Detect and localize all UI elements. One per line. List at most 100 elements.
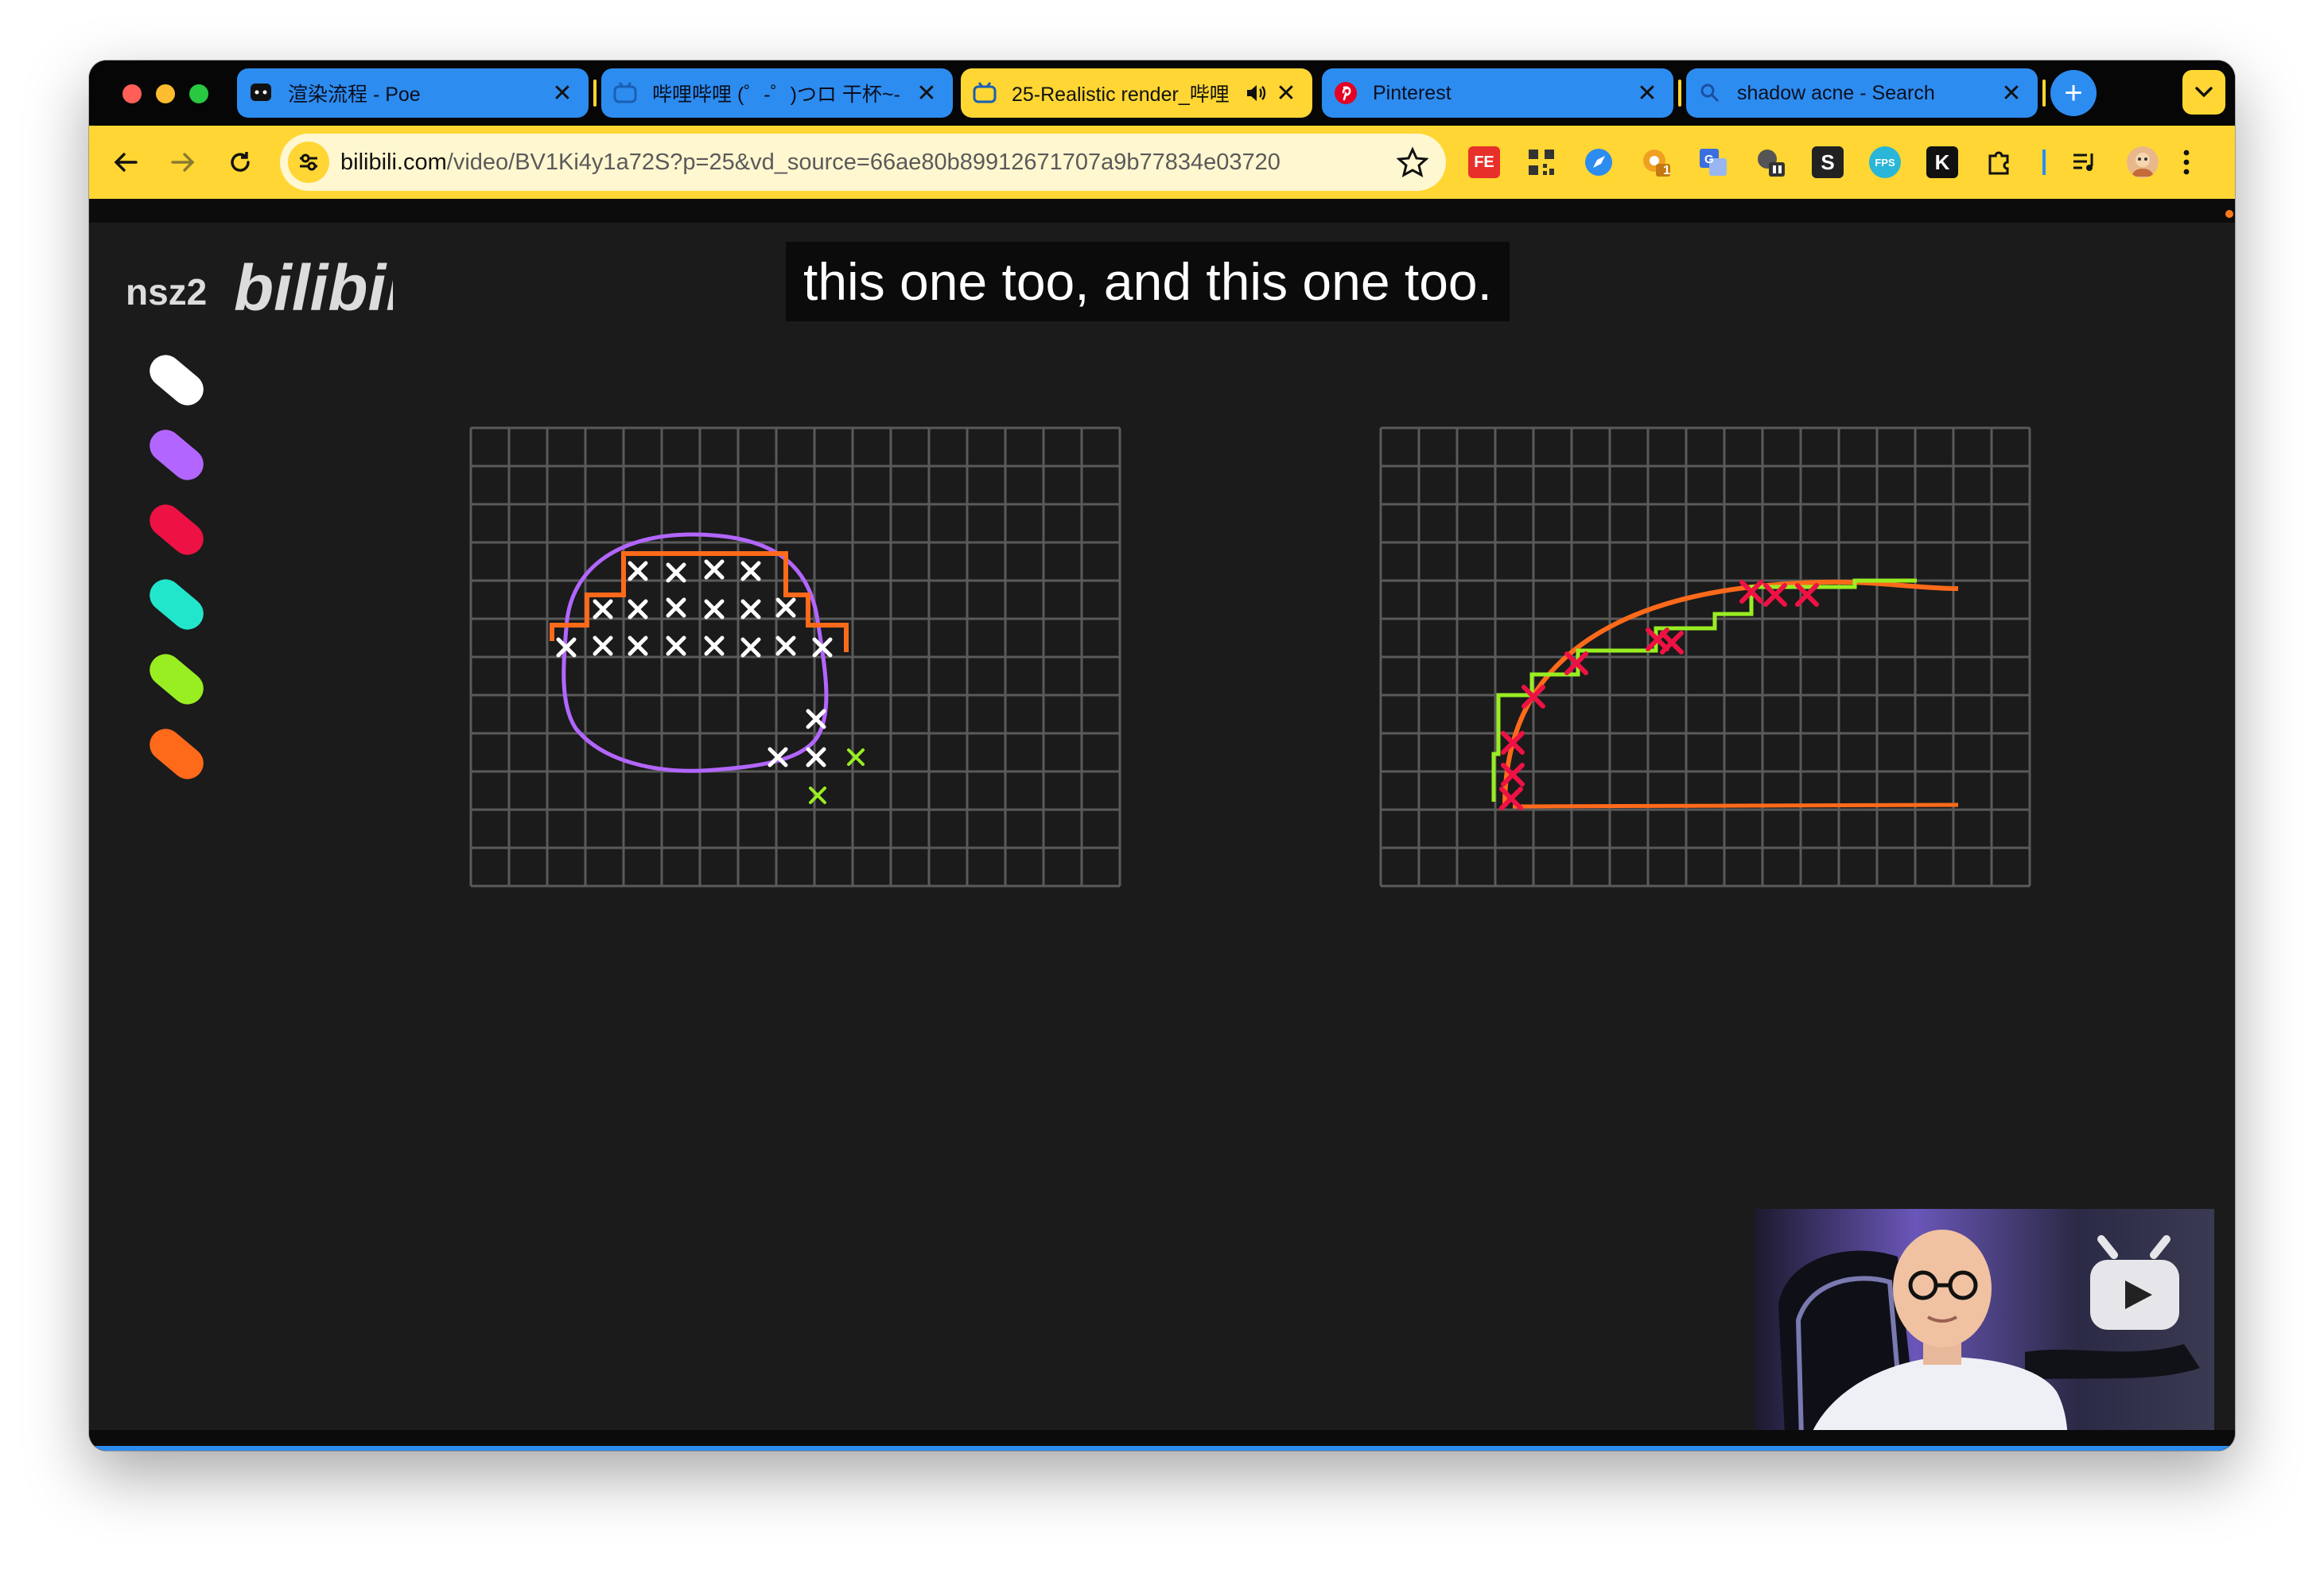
tab-pinterest[interactable]: Pinterest ✕ <box>1322 68 1673 118</box>
cross-mark <box>775 597 796 618</box>
pixel-grid-diagram-right <box>1379 426 2031 888</box>
tab-separator <box>593 80 597 107</box>
url-text[interactable]: bilibili.com/video/BV1Ki4y1a72S?p=25&vd_… <box>340 134 1281 191</box>
media-control-icon[interactable] <box>2069 146 2101 178</box>
forward-button[interactable] <box>162 142 204 183</box>
cross-mark <box>666 635 686 656</box>
cross-mark <box>628 599 648 620</box>
cross-mark <box>775 635 796 656</box>
tab-search-button[interactable] <box>2182 70 2225 115</box>
tab-title: 哔哩哔哩 (゜-゜)つロ 干杯~- <box>652 84 900 106</box>
tab-title: shadow acne - Search <box>1737 81 1935 104</box>
tab-title: 25-Realistic render_哔哩 <box>1012 84 1230 106</box>
minimize-window-button[interactable] <box>156 84 175 103</box>
window-controls <box>122 84 208 103</box>
tab-realistic-render[interactable]: 25-Realistic render_哔哩 ✕ <box>961 68 1312 118</box>
tab-bilibili-home[interactable]: 哔哩哔哩 (゜-゜)つロ 干杯~- ✕ <box>601 68 953 118</box>
bookmark-star-icon[interactable] <box>1396 146 1429 178</box>
cross-mark <box>806 709 826 729</box>
tab-separator <box>2042 80 2046 107</box>
close-icon[interactable]: ✕ <box>550 80 574 107</box>
maximize-window-button[interactable] <box>189 84 208 103</box>
cross-mark <box>806 747 826 768</box>
close-icon[interactable]: ✕ <box>915 80 939 107</box>
cross-mark <box>847 748 865 766</box>
arrow-right-icon <box>171 153 195 172</box>
back-button[interactable] <box>105 142 146 183</box>
bilibili-wordmark: bilibili <box>234 255 393 321</box>
palette-swatch <box>150 504 204 555</box>
pinterest-icon <box>1333 80 1358 106</box>
bilibili-tv-icon <box>972 80 997 106</box>
svg-text:G: G <box>1704 153 1714 166</box>
cross-mark <box>740 637 761 658</box>
cross-mark <box>704 559 725 580</box>
tab-title: Pinterest <box>1373 81 1452 104</box>
tab-separator <box>1678 80 1681 107</box>
kebab-menu-icon[interactable] <box>2174 146 2198 178</box>
extension-badge-count: 1 <box>1663 164 1670 177</box>
k-extension-icon[interactable]: K <box>1926 146 1958 178</box>
palette-swatch <box>150 654 204 705</box>
close-window-button[interactable] <box>122 84 142 103</box>
tab-strip: 渲染流程 - Poe ✕ 哔哩哔哩 (゜-゜)つロ 干杯~- ✕ 25-Real… <box>89 60 2235 126</box>
bilibili-tv-icon <box>612 80 638 106</box>
close-icon[interactable]: ✕ <box>1274 80 1298 107</box>
poe-icon <box>248 80 274 106</box>
fps-extension-icon[interactable]: FPS <box>1869 146 1901 178</box>
palette-swatch <box>150 355 204 406</box>
translate-extension-icon[interactable]: G <box>1697 146 1729 178</box>
bilibili-logo: bilibili <box>234 255 393 321</box>
tune-icon <box>300 154 317 171</box>
octocat-extension-icon[interactable] <box>1755 146 1786 178</box>
presenter-video <box>1755 1209 2214 1451</box>
arrow-left-icon <box>114 153 138 172</box>
profile-avatar[interactable] <box>2127 146 2159 178</box>
toolbar-separator <box>2042 150 2046 175</box>
webcam-overlay <box>1755 1209 2214 1451</box>
video-subtitle: this one too, and this one too. <box>786 242 1510 321</box>
cross-mark <box>666 562 686 583</box>
tab-poe[interactable]: 渲染流程 - Poe ✕ <box>237 68 589 118</box>
browser-toolbar: bilibili.com/video/BV1Ki4y1a72S?p=25&vd_… <box>89 126 2235 199</box>
cross-mark <box>704 599 725 620</box>
s-extension-icon[interactable]: S <box>1812 146 1844 178</box>
speaker-icon[interactable] <box>1242 81 1269 105</box>
cross-mark <box>628 561 648 581</box>
close-icon[interactable]: ✕ <box>1635 80 1659 107</box>
pixel-grid-diagram-left <box>469 426 1121 888</box>
tab-title: 渲染流程 - Poe <box>288 84 421 106</box>
browser-window: 渲染流程 - Poe ✕ 哔哩哔哩 (゜-゜)つロ 干杯~- ✕ 25-Real… <box>89 60 2235 1451</box>
close-icon[interactable]: ✕ <box>1999 80 2023 107</box>
ground-line <box>1512 802 1959 809</box>
cross-mark <box>666 597 686 618</box>
compass-extension-icon[interactable] <box>1583 146 1615 178</box>
fe-extension-icon[interactable]: FE <box>1468 146 1500 178</box>
palette-swatch <box>150 729 204 779</box>
new-tab-button[interactable]: + <box>2050 70 2097 116</box>
address-bar[interactable]: bilibili.com/video/BV1Ki4y1a72S?p=25&vd_… <box>280 134 1446 191</box>
cross-mark <box>809 787 826 804</box>
cross-mark <box>628 635 648 656</box>
pen-palette <box>150 355 204 779</box>
chrome-badge-extension-icon[interactable]: 1 <box>1640 146 1672 178</box>
cross-mark <box>704 635 725 656</box>
site-info-button[interactable] <box>288 142 329 183</box>
reload-icon <box>231 152 250 172</box>
url-path: /video/BV1Ki4y1a72S?p=25&vd_source=66ae8… <box>446 150 1281 175</box>
video-player[interactable]: nsz2 bilibili this one too, and this one… <box>89 199 2235 1451</box>
puzzle-extension-icon[interactable] <box>1984 146 2015 178</box>
cross-mark <box>593 635 613 656</box>
tab-shadow-acne-search[interactable]: shadow acne - Search ✕ <box>1686 68 2038 118</box>
playback-progress-bar[interactable] <box>89 1446 2235 1451</box>
url-domain: bilibili.com <box>340 150 447 175</box>
palette-swatch <box>150 429 204 480</box>
search-icon <box>1697 80 1723 106</box>
palette-swatch <box>150 579 204 630</box>
qr-code-extension-icon[interactable] <box>1525 146 1557 178</box>
indicator-dot <box>2225 210 2233 218</box>
cross-mark <box>593 599 613 620</box>
cross-mark <box>740 599 761 620</box>
chevron-down-icon <box>2195 87 2213 98</box>
reload-button[interactable] <box>220 142 261 183</box>
